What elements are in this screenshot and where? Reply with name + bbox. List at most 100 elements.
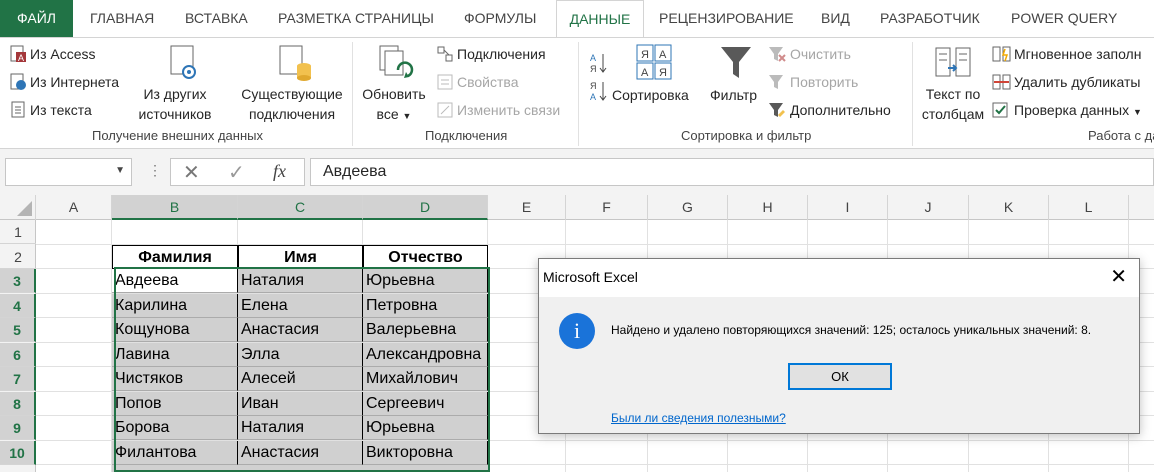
chevron-down-icon[interactable]: ▼: [115, 165, 125, 176]
group-label-sort-filter: Сортировка и фильтр: [681, 128, 812, 143]
tab-view[interactable]: ВИД: [821, 0, 850, 37]
row-header-8[interactable]: 8: [0, 392, 36, 416]
edit-links-button[interactable]: Изменить связи: [457, 101, 560, 119]
chevron-down-icon: ▼: [402, 111, 412, 121]
tab-developer[interactable]: РАЗРАБОТЧИК: [880, 0, 980, 37]
existing-connections-button[interactable]: Существующие подключения: [236, 84, 348, 124]
table-cell[interactable]: Иван: [238, 392, 363, 416]
filter-button[interactable]: Фильтр: [710, 86, 757, 104]
column-header-b[interactable]: B: [112, 195, 238, 220]
tab-insert[interactable]: ВСТАВКА: [185, 0, 248, 37]
column-header-i[interactable]: I: [808, 195, 888, 220]
dialog-body: i Найдено и удалено повторяющихся значен…: [539, 297, 1139, 433]
table-cell[interactable]: Юрьевна: [363, 269, 488, 293]
table-cell[interactable]: Викторовна: [363, 441, 488, 465]
table-cell[interactable]: Наталия: [238, 269, 363, 293]
table-cell[interactable]: Юрьевна: [363, 416, 488, 440]
table-cell[interactable]: Валерьевна: [363, 318, 488, 342]
clear-button[interactable]: Очистить: [790, 45, 851, 63]
other-sources-button[interactable]: Из других источников: [128, 84, 222, 124]
row-header-4[interactable]: 4: [0, 294, 36, 318]
formula-input[interactable]: Авдеева: [310, 158, 1154, 186]
table-cell[interactable]: Алесей: [238, 367, 363, 391]
text-to-columns-label-1: Текст по: [925, 86, 981, 102]
table-cell[interactable]: Элла: [238, 343, 363, 367]
table-cell[interactable]: Петровна: [363, 294, 488, 318]
table-cell[interactable]: Попов: [112, 392, 238, 416]
flash-fill-button[interactable]: Мгновенное заполн: [1014, 45, 1141, 63]
table-cell[interactable]: Елена: [238, 294, 363, 318]
select-all-corner[interactable]: [0, 195, 36, 220]
table-cell[interactable]: Александровна: [363, 343, 488, 367]
table-header-cell[interactable]: Имя: [238, 245, 363, 269]
table-header-cell[interactable]: Отчество: [363, 245, 488, 269]
row-header-5[interactable]: 5: [0, 318, 36, 342]
table-header-cell[interactable]: Фамилия: [112, 245, 238, 269]
column-header-k[interactable]: K: [969, 195, 1049, 220]
table-cell[interactable]: Карилина: [112, 294, 238, 318]
table-cell[interactable]: Анастасия: [238, 318, 363, 342]
close-icon[interactable]: ✕: [1110, 265, 1127, 289]
insert-function-icon[interactable]: fx: [273, 161, 286, 182]
column-header-f[interactable]: F: [566, 195, 648, 220]
table-cell[interactable]: Борова: [112, 416, 238, 440]
tab-formulas[interactable]: ФОРМУЛЫ: [464, 0, 536, 37]
column-header-d[interactable]: D: [363, 195, 488, 220]
cancel-icon[interactable]: ✕: [183, 160, 200, 185]
column-header-l[interactable]: L: [1049, 195, 1129, 220]
table-cell[interactable]: Наталия: [238, 416, 363, 440]
from-text-button[interactable]: Из текста: [30, 101, 92, 119]
properties-icon: [437, 74, 453, 90]
row-header-1[interactable]: 1: [0, 220, 36, 244]
column-header-e[interactable]: E: [488, 195, 566, 220]
properties-button[interactable]: Свойства: [457, 73, 518, 91]
row-header-9[interactable]: 9: [0, 416, 36, 440]
row-header-6[interactable]: 6: [0, 343, 36, 367]
row-header-10[interactable]: 10: [0, 441, 36, 465]
existing-connections-icon: [279, 45, 311, 81]
tab-file[interactable]: ФАЙЛ: [0, 0, 73, 37]
advanced-filter-icon: [769, 103, 785, 117]
enter-icon[interactable]: ✓: [228, 160, 245, 185]
table-cell[interactable]: Чистяков: [112, 367, 238, 391]
connections-icon: [437, 46, 453, 62]
column-header-h[interactable]: H: [728, 195, 808, 220]
remove-duplicates-button[interactable]: Удалить дубликаты: [1014, 73, 1140, 91]
advanced-button[interactable]: Дополнительно: [790, 101, 891, 119]
more-options-icon[interactable]: ⋮: [148, 162, 162, 179]
group-separator: [912, 42, 913, 146]
row-header-2[interactable]: 2: [0, 245, 36, 269]
active-cell[interactable]: Авдеева: [112, 269, 238, 293]
text-to-columns-button[interactable]: Текст по столбцам: [914, 84, 992, 124]
row-header-3[interactable]: 3: [0, 269, 36, 293]
formula-bar: ▼ ⋮ ✕ ✓ fx Авдеева: [0, 149, 1154, 195]
existing-label-2: подключения: [248, 106, 336, 122]
table-cell[interactable]: Кощунова: [112, 318, 238, 342]
reapply-button[interactable]: Повторить: [790, 73, 858, 91]
table-cell[interactable]: Михайлович: [363, 367, 488, 391]
sort-button[interactable]: Сортировка: [612, 86, 689, 104]
name-box[interactable]: ▼: [5, 158, 132, 186]
table-cell[interactable]: Анастасия: [238, 441, 363, 465]
tab-home[interactable]: ГЛАВНАЯ: [90, 0, 154, 37]
refresh-all-button[interactable]: Обновить все ▼: [354, 84, 434, 126]
from-access-button[interactable]: Из Access: [30, 45, 96, 63]
feedback-link[interactable]: Были ли сведения полезными?: [611, 411, 786, 425]
ribbon: A Из Access Из Интернета Из текста Из др…: [0, 37, 1154, 149]
from-web-button[interactable]: Из Интернета: [30, 73, 119, 91]
table-cell[interactable]: Филантова: [112, 441, 238, 465]
tab-page-layout[interactable]: РАЗМЕТКА СТРАНИЦЫ: [278, 0, 434, 37]
connections-button[interactable]: Подключения: [457, 45, 546, 63]
row-header-7[interactable]: 7: [0, 367, 36, 391]
tab-power-query[interactable]: POWER QUERY: [1011, 0, 1117, 37]
tab-review[interactable]: РЕЦЕНЗИРОВАНИЕ: [659, 0, 794, 37]
data-validation-button[interactable]: Проверка данных ▼: [1014, 101, 1142, 121]
tab-data[interactable]: ДАННЫЕ: [556, 0, 644, 38]
ok-button[interactable]: ОК: [788, 363, 892, 390]
table-cell[interactable]: Сергеевич: [363, 392, 488, 416]
column-header-c[interactable]: C: [238, 195, 363, 220]
table-cell[interactable]: Лавина: [112, 343, 238, 367]
column-header-g[interactable]: G: [648, 195, 728, 220]
column-header-j[interactable]: J: [888, 195, 969, 220]
column-header-a[interactable]: A: [36, 195, 112, 220]
